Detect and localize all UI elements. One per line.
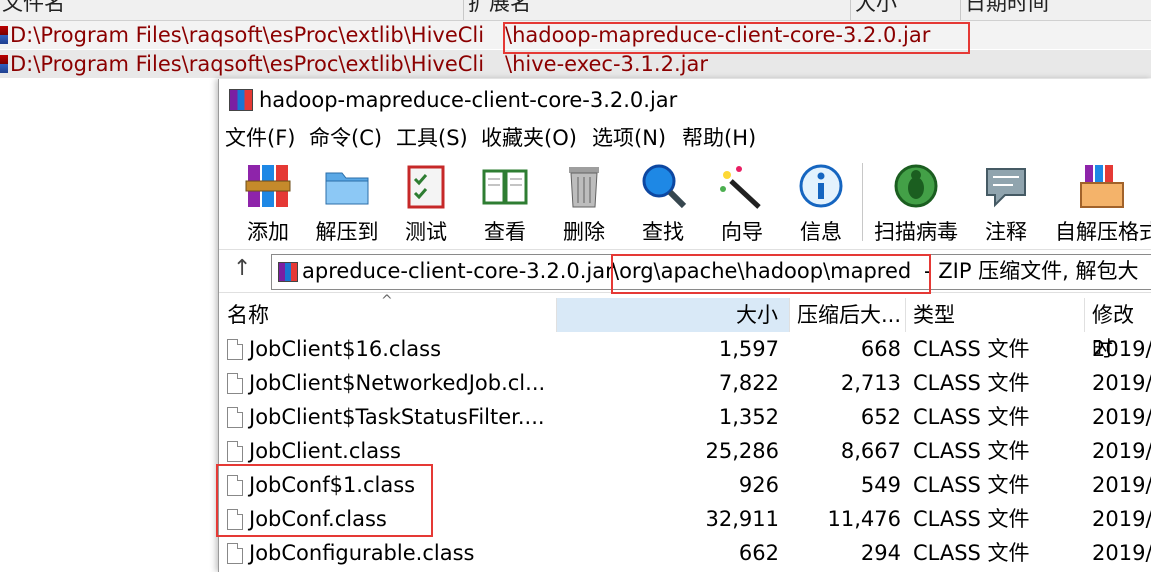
rar-file-icon [0,55,8,73]
sfx-button[interactable]: 自解压格式 [1055,161,1151,245]
menu-bar: 文件(F) 命令(C) 工具(S) 收藏夹(O) 选项(N) 帮助(H) [219,121,1151,155]
menu-options[interactable]: 选项(N) [592,124,666,152]
book-icon [482,169,528,205]
winrar-icon [229,89,253,111]
bug-icon [894,164,938,208]
menu-help[interactable]: 帮助(H) [682,124,756,152]
results-header: 文件名 扩展名 大小 日期时间 [0,0,1151,21]
info-icon [799,164,843,208]
test-button[interactable]: 测试 [389,161,463,245]
extract-to-button[interactable]: 解压到 [310,161,384,245]
file-row[interactable]: JobClient$16.class 1,597 668 CLASS 文件 20… [219,332,1151,366]
virus-scan-button[interactable]: 扫描病毒 [874,161,958,245]
file-icon [227,441,243,462]
menu-commands[interactable]: 命令(C) [309,124,382,152]
rar-file-icon [0,26,8,44]
folder-icon [325,172,369,205]
checklist-icon [407,165,445,209]
magic-wand-icon [720,166,761,209]
col-extension[interactable]: 扩展名 [468,0,531,14]
toolbar-separator [862,163,863,241]
title-bar[interactable]: hadoop-mapreduce-client-core-3.2.0.jar [219,79,1151,121]
file-row[interactable]: JobClient$NetworkedJob.cl... 7,822 2,713… [219,366,1151,400]
file-list-header: 名称 ^ 大小 压缩后大... 类型 修改时 [219,293,1151,361]
sort-indicator-icon: ^ [381,293,393,309]
wizard-button[interactable]: 向导 [705,161,779,245]
file-icon [227,339,243,360]
highlight-box-jar [503,22,970,54]
col-datetime[interactable]: 日期时间 [965,0,1049,14]
result-path: D:\Program Files\raqsoft\esProc\extlib\H… [10,23,485,47]
address-archive-info: - ZIP 压缩文件, 解包大 [924,259,1139,283]
add-archive-icon [245,165,291,207]
col-size[interactable]: 大小 [855,0,897,14]
result-path: D:\Program Files\raqsoft\esProc\extlib\H… [10,52,485,76]
highlight-box-jobconf [216,464,433,537]
header-size[interactable]: 大小 [736,298,778,332]
magnifier-icon [642,164,687,209]
delete-button[interactable]: 删除 [547,161,621,245]
file-row[interactable]: JobClient$TaskStatusFilter.... 1,352 652… [219,400,1151,434]
archive-icon [278,262,298,282]
trash-icon [569,167,599,208]
highlight-box-path [611,254,931,294]
result-ext: \hive-exec-3.1.2.jar [505,52,708,76]
view-button[interactable]: 查看 [468,161,542,245]
menu-tools[interactable]: 工具(S) [396,124,468,152]
header-modified[interactable]: 修改时 [1092,298,1151,361]
comment-icon [986,168,1026,208]
result-row[interactable]: D:\Program Files\raqsoft\esProc\extlib\H… [0,50,1151,78]
menu-file[interactable]: 文件(F) [225,124,295,152]
header-name[interactable]: 名称 [227,298,269,332]
file-icon [227,407,243,428]
comment-button[interactable]: 注释 [969,161,1043,245]
box-archive-icon [1080,165,1124,208]
info-button[interactable]: 信息 [784,161,858,245]
find-button[interactable]: 查找 [626,161,700,245]
header-packed[interactable]: 压缩后大... [797,298,901,332]
header-type[interactable]: 类型 [913,298,955,332]
address-archive-name: apreduce-client-core-3.2.0.jar [302,259,614,283]
file-row[interactable]: JobClient.class 25,286 8,667 CLASS 文件 20… [219,434,1151,468]
file-row[interactable]: JobConfigurable.class 662 294 CLASS 文件 2… [219,536,1151,570]
up-arrow-icon[interactable]: ↑ [233,256,251,281]
toolbar: 添加 解压到 测试 查看 删除 查找 向导 信息 扫描病毒 注释 自解压格式 [219,155,1151,247]
menu-favorites[interactable]: 收藏夹(O) [481,124,577,152]
file-icon [227,373,243,394]
file-icon [227,543,243,564]
add-button[interactable]: 添加 [231,161,305,245]
window-title: hadoop-mapreduce-client-core-3.2.0.jar [259,88,678,112]
col-filename[interactable]: 文件名 [2,0,65,14]
